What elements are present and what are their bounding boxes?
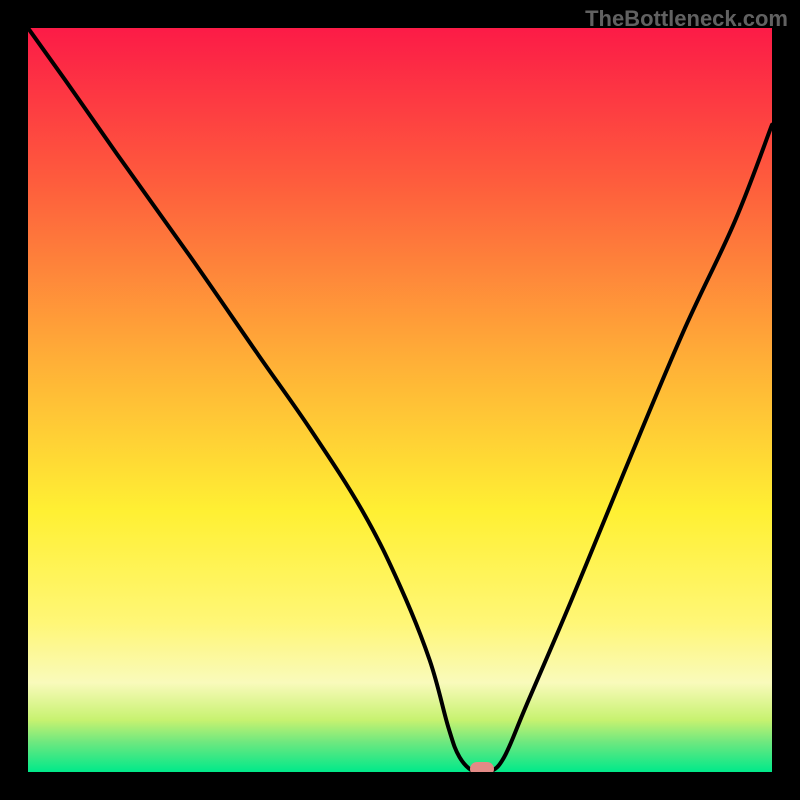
minimum-marker <box>470 762 494 772</box>
chart-svg <box>28 28 772 772</box>
chart-background-gradient <box>28 28 772 772</box>
watermark-text: TheBottleneck.com <box>585 6 788 32</box>
chart-plot-area <box>28 28 772 772</box>
